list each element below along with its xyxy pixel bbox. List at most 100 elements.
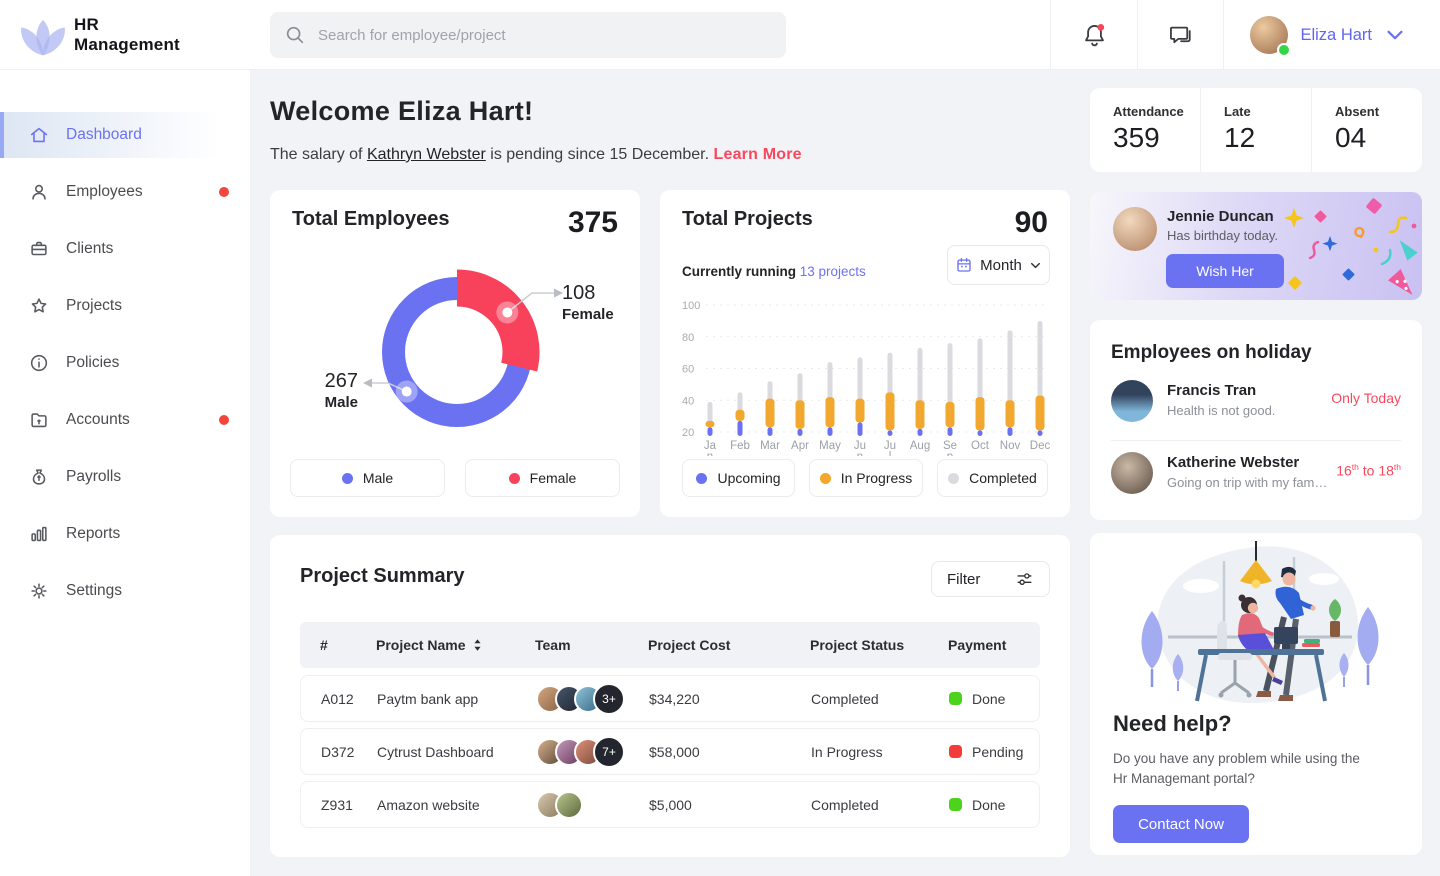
wish-her-button[interactable]: Wish Her xyxy=(1166,254,1284,288)
avatar xyxy=(555,791,583,819)
holiday-list-item[interactable]: Katherine Webster Going on trip with my … xyxy=(1111,454,1401,504)
birthday-card: Jennie Duncan Has birthday today. Wish H… xyxy=(1090,192,1422,300)
legend-completed[interactable]: Completed xyxy=(937,459,1048,497)
svg-text:20: 20 xyxy=(682,427,694,439)
contact-now-button[interactable]: Contact Now xyxy=(1113,805,1249,843)
learn-more-link[interactable]: Learn More xyxy=(714,146,802,163)
brand-logo: HR Management xyxy=(0,0,250,70)
total-projects-card: 20406080100JanFebMarAprMayJunJulAugSepOc… xyxy=(660,190,1070,517)
payment-status: Done xyxy=(949,797,1039,813)
money-bag-icon xyxy=(28,466,50,488)
bell-icon xyxy=(1081,22,1108,49)
sortable-column[interactable]: Project Name xyxy=(376,637,535,653)
total-employees-card: Total Employees 375 108 Female 267 Male … xyxy=(270,190,640,517)
search-input-wrapper[interactable] xyxy=(270,12,786,58)
sidebar-item-label: Dashboard xyxy=(66,126,142,144)
legend-dot xyxy=(948,473,959,484)
period-selector[interactable]: Month xyxy=(947,245,1050,285)
person-link[interactable]: Kathryn Webster xyxy=(367,146,486,163)
legend-female[interactable]: Female xyxy=(465,459,620,497)
sidebar-item-payrolls[interactable]: Payrolls xyxy=(0,454,250,500)
topbar: Eliza Hart xyxy=(250,0,1440,70)
project-summary-card: Project Summary Filter # Project Name Te… xyxy=(270,535,1070,857)
legend-dot xyxy=(509,473,520,484)
svg-text:Aug: Aug xyxy=(910,440,930,452)
info-icon xyxy=(28,352,50,374)
bar-chart-icon xyxy=(28,523,50,545)
messages-button[interactable] xyxy=(1137,0,1224,70)
card-title: Need help? xyxy=(1113,711,1232,737)
sidebar-item-settings[interactable]: Settings xyxy=(0,568,250,614)
star-icon xyxy=(28,295,50,317)
svg-text:100: 100 xyxy=(682,300,700,312)
person-icon xyxy=(28,181,50,203)
online-status-dot xyxy=(1277,43,1291,57)
sidebar-item-dashboard[interactable]: Dashboard xyxy=(0,112,250,158)
male-callout: 267 Male xyxy=(284,370,358,411)
filter-button[interactable]: Filter xyxy=(931,561,1050,597)
legend-male[interactable]: Male xyxy=(290,459,445,497)
help-desk-illustration xyxy=(1106,541,1406,709)
notifications-button[interactable] xyxy=(1050,0,1137,70)
svg-text:Mar: Mar xyxy=(760,440,780,452)
confetti-illustration xyxy=(1272,192,1422,300)
svg-text:80: 80 xyxy=(682,332,694,344)
payment-status-dot xyxy=(949,745,962,758)
sidebar-item-label: Projects xyxy=(66,297,122,315)
running-projects-link[interactable]: 13 projects xyxy=(800,264,866,279)
birthday-person-name: Jennie Duncan xyxy=(1167,208,1274,225)
employees-on-holiday-card: Employees on holiday Francis Tran Health… xyxy=(1090,320,1422,520)
stat-absent: Absent 04 xyxy=(1312,88,1422,172)
team-more-badge: 3+ xyxy=(593,683,625,715)
notification-dot xyxy=(1097,24,1104,31)
team-more-badge: 7+ xyxy=(593,736,625,768)
payment-status-dot xyxy=(949,798,962,811)
sidebar-item-policies[interactable]: Policies xyxy=(0,340,250,386)
sidebar-item-label: Reports xyxy=(66,525,120,543)
sidebar-item-employees[interactable]: Employees xyxy=(0,169,250,215)
attendance-stats-card: Attendance 359 Late 12 Absent 04 xyxy=(1090,88,1422,172)
svg-text:n: n xyxy=(857,451,863,456)
svg-text:n: n xyxy=(707,451,713,456)
sidebar-item-clients[interactable]: Clients xyxy=(0,226,250,272)
birthday-note: Has birthday today. xyxy=(1167,228,1278,243)
projects-bar-chart: 20406080100JanFebMarAprMayJunJulAugSepOc… xyxy=(660,190,1070,456)
sidebar-item-label: Employees xyxy=(66,183,143,201)
svg-text:Nov: Nov xyxy=(1000,440,1021,452)
page-title: Welcome Eliza Hart! xyxy=(270,96,533,127)
sidebar-item-projects[interactable]: Projects xyxy=(0,283,250,329)
sidebar-item-label: Payrolls xyxy=(66,468,121,486)
card-title: Employees on holiday xyxy=(1111,342,1312,364)
search-input[interactable] xyxy=(316,26,772,45)
notification-dot xyxy=(219,187,229,197)
sidebar: HR Management Dashboard Employees Client… xyxy=(0,0,250,876)
calendar-icon xyxy=(955,256,973,274)
team-avatars: 3+ xyxy=(536,683,649,715)
table-header: # Project Name Team Project Cost Project… xyxy=(300,622,1040,668)
divider xyxy=(1111,440,1401,441)
stat-attendance: Attendance 359 xyxy=(1090,88,1201,172)
sidebar-item-reports[interactable]: Reports xyxy=(0,511,250,557)
table-row[interactable]: Z931 Amazon website $5,000 Completed Don… xyxy=(300,781,1040,828)
profile-menu[interactable]: Eliza Hart xyxy=(1224,16,1440,54)
avatar xyxy=(1111,452,1153,494)
table-row[interactable]: A012 Paytm bank app 3+ $34,220 Completed… xyxy=(300,675,1040,722)
payment-status: Pending xyxy=(949,744,1039,760)
svg-text:p: p xyxy=(947,451,953,456)
team-avatars: 7+ xyxy=(536,736,649,768)
topbar-actions: Eliza Hart xyxy=(1050,0,1440,70)
user-name: Eliza Hart xyxy=(1300,26,1372,45)
sidebar-item-label: Policies xyxy=(66,354,119,372)
sidebar-item-accounts[interactable]: Accounts xyxy=(0,397,250,443)
legend-in-progress[interactable]: In Progress xyxy=(809,459,923,497)
card-title: Project Summary xyxy=(300,565,465,588)
legend-dot xyxy=(342,473,353,484)
holiday-list-item[interactable]: Francis Tran Health is not good. Only To… xyxy=(1111,382,1401,432)
briefcase-icon xyxy=(28,238,50,260)
female-callout: 108 Female xyxy=(562,282,614,323)
chevron-down-icon xyxy=(1029,259,1042,272)
legend-upcoming[interactable]: Upcoming xyxy=(682,459,795,497)
table-row[interactable]: D372 Cytrust Dashboard 7+ $58,000 In Pro… xyxy=(300,728,1040,775)
holiday-duration: 16th to 18th xyxy=(1336,462,1401,479)
home-icon xyxy=(28,124,50,146)
